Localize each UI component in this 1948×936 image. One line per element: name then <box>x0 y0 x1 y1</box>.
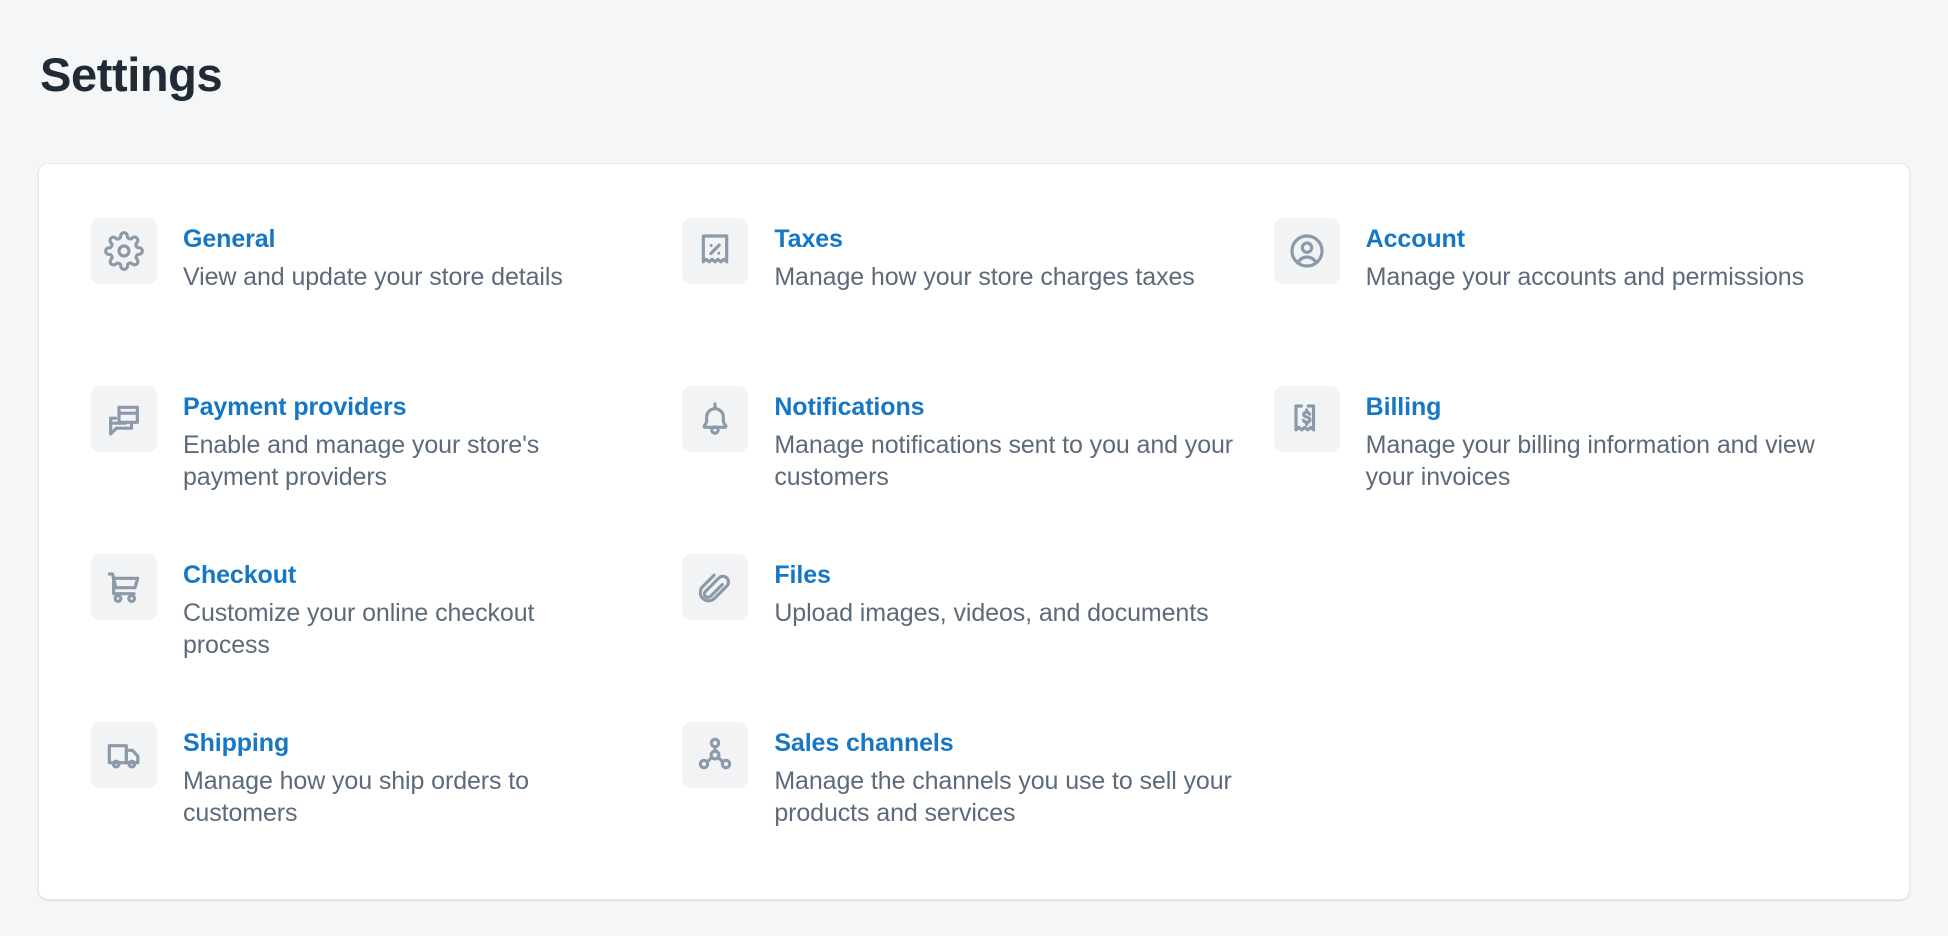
setting-item-shipping[interactable]: Shipping Manage how you ship orders to c… <box>91 716 674 884</box>
setting-title[interactable]: Taxes <box>774 224 1194 255</box>
setting-item-files[interactable]: Files Upload images, videos, and documen… <box>682 548 1265 716</box>
setting-text: Shipping Manage how you ship orders to c… <box>183 722 613 829</box>
setting-title[interactable]: Payment providers <box>183 392 613 423</box>
shopping-cart-icon <box>91 554 157 620</box>
setting-text: Notifications Manage notifications sent … <box>774 386 1234 493</box>
setting-description: Customize your online checkout process <box>183 599 535 660</box>
setting-item-sales-channels[interactable]: Sales channels Manage the channels you u… <box>682 716 1265 884</box>
setting-item-notifications[interactable]: Notifications Manage notifications sent … <box>682 380 1265 548</box>
setting-item-empty-slot <box>1274 548 1857 716</box>
setting-item-account[interactable]: Account Manage your accounts and permiss… <box>1273 212 1857 380</box>
setting-title[interactable]: Notifications <box>774 392 1234 423</box>
receipt-percent-icon <box>682 218 749 284</box>
setting-item-taxes[interactable]: Taxes Manage how your store charges taxe… <box>682 212 1265 380</box>
settings-card: General View and update your store detai… <box>38 163 1910 900</box>
gear-icon <box>91 218 157 284</box>
setting-description: Manage how you ship orders to customers <box>183 767 529 828</box>
settings-grid: General View and update your store detai… <box>91 212 1857 884</box>
setting-title[interactable]: General <box>183 224 563 255</box>
setting-description: Enable and manage your store's payment p… <box>183 431 540 492</box>
setting-description: Manage your accounts and permissions <box>1365 263 1804 292</box>
page-title: Settings <box>40 48 223 102</box>
setting-text: Files Upload images, videos, and documen… <box>774 554 1208 629</box>
setting-description: Manage the channels you use to sell your… <box>774 767 1232 828</box>
setting-item-payment-providers[interactable]: Payment providers Enable and manage your… <box>91 380 674 548</box>
bell-icon <box>682 386 749 452</box>
credit-cards-icon <box>91 386 157 452</box>
setting-text: Payment providers Enable and manage your… <box>183 386 613 493</box>
paperclip-icon <box>682 554 749 620</box>
setting-description: Manage notifications sent to you and you… <box>774 431 1234 492</box>
setting-title[interactable]: Account <box>1366 224 1804 255</box>
setting-title[interactable]: Sales channels <box>774 728 1234 759</box>
setting-text: Checkout Customize your online checkout … <box>183 554 613 661</box>
setting-text: General View and update your store detai… <box>183 218 563 293</box>
setting-item-general[interactable]: General View and update your store detai… <box>91 212 674 380</box>
setting-title[interactable]: Billing <box>1366 392 1826 423</box>
setting-text: Sales channels Manage the channels you u… <box>774 722 1234 829</box>
setting-description: View and update your store details <box>183 263 563 292</box>
setting-text: Taxes Manage how your store charges taxe… <box>774 218 1194 293</box>
setting-item-billing[interactable]: Billing Manage your billing information … <box>1273 380 1857 548</box>
account-circle-icon <box>1273 218 1340 284</box>
settings-page: Settings General View and update your st… <box>0 0 1948 936</box>
receipt-dollar-icon <box>1273 386 1340 452</box>
setting-text: Account Manage your accounts and permiss… <box>1366 218 1804 293</box>
setting-description: Upload images, videos, and documents <box>774 599 1209 628</box>
setting-text: Billing Manage your billing information … <box>1366 386 1826 493</box>
network-nodes-icon <box>682 722 749 788</box>
setting-item-checkout[interactable]: Checkout Customize your online checkout … <box>91 548 674 716</box>
setting-title[interactable]: Files <box>774 560 1208 591</box>
setting-title[interactable]: Shipping <box>183 728 613 759</box>
setting-title[interactable]: Checkout <box>183 560 613 591</box>
setting-description: Manage your billing information and view… <box>1365 431 1815 492</box>
setting-description: Manage how your store charges taxes <box>774 263 1195 292</box>
truck-icon <box>91 722 157 788</box>
